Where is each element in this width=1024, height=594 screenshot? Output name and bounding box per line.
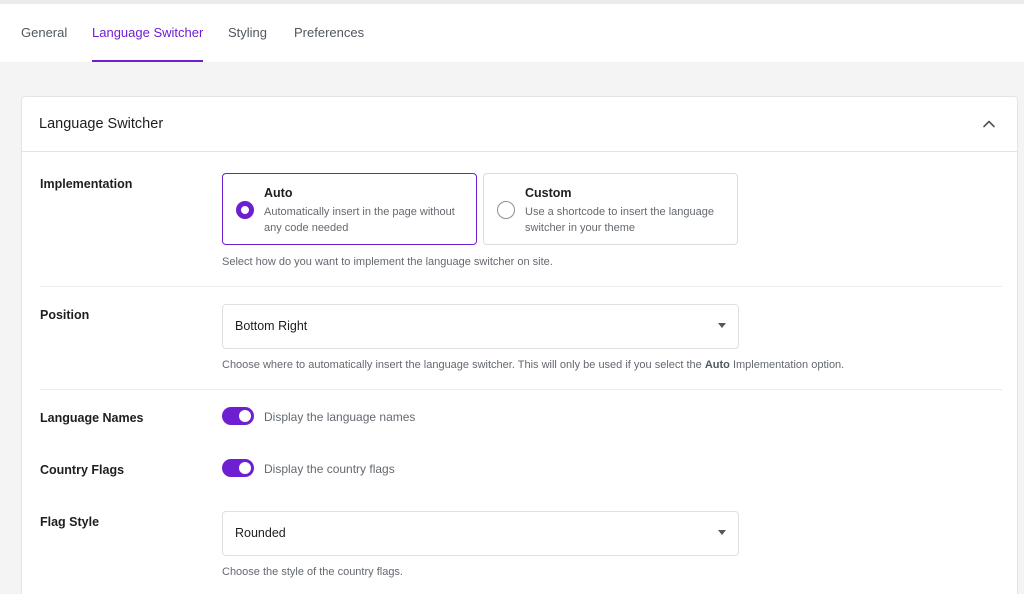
tab-language-switcher[interactable]: Language Switcher <box>92 4 204 62</box>
divider <box>40 286 1002 287</box>
option-title: Auto <box>264 186 293 200</box>
tab-preferences[interactable]: Preferences <box>294 4 364 62</box>
implementation-help: Select how do you want to implement the … <box>222 256 553 268</box>
tab-styling[interactable]: Styling <box>228 4 267 62</box>
tab-general[interactable]: General <box>21 4 67 62</box>
option-description: Use a shortcode to insert the language s… <box>525 206 714 234</box>
caret-down-icon <box>718 530 726 535</box>
flag-style-label: Flag Style <box>40 515 100 529</box>
settings-tabs: General Language Switcher Styling Prefer… <box>0 4 1024 62</box>
option-title: Custom <box>525 186 572 200</box>
country-flags-text: Display the country flags <box>264 462 395 476</box>
position-label: Position <box>40 308 90 322</box>
panel-title: Language Switcher <box>39 116 164 132</box>
option-description: Automatically insert in the page without… <box>264 206 455 234</box>
language-names-toggle[interactable] <box>222 407 254 425</box>
panel-header[interactable]: Language Switcher <box>22 97 1017 152</box>
language-names-label: Language Names <box>40 411 144 425</box>
flag-style-help: Choose the style of the country flags. <box>222 566 403 578</box>
position-help: Choose where to automatically insert the… <box>222 359 845 371</box>
chevron-up-icon[interactable] <box>981 116 997 132</box>
implementation-label: Implementation <box>40 177 133 191</box>
toggle-knob <box>239 410 251 422</box>
toggle-knob <box>239 462 251 474</box>
position-select-value: Bottom Right <box>235 319 308 333</box>
radio-selected-icon <box>236 201 254 219</box>
country-flags-label: Country Flags <box>40 463 125 477</box>
language-names-text: Display the language names <box>264 410 416 424</box>
flag-style-select[interactable]: Rounded <box>222 511 739 556</box>
caret-down-icon <box>718 323 726 328</box>
implementation-option-auto[interactable]: Auto Automatically insert in the page wi… <box>222 173 477 245</box>
radio-unselected-icon <box>497 201 515 219</box>
divider <box>40 389 1002 390</box>
language-switcher-panel: Language Switcher Implementation Auto Au… <box>21 96 1018 594</box>
position-select[interactable]: Bottom Right <box>222 304 739 349</box>
flag-style-select-value: Rounded <box>235 526 286 540</box>
implementation-option-custom[interactable]: Custom Use a shortcode to insert the lan… <box>483 173 738 245</box>
country-flags-toggle[interactable] <box>222 459 254 477</box>
